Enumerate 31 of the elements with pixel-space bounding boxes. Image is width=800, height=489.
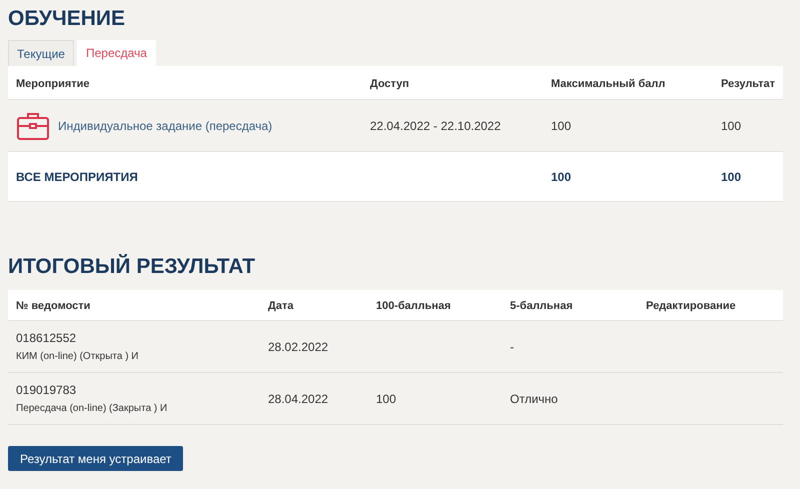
table-cell: Отлично	[510, 392, 558, 406]
column-header: Редактирование	[646, 300, 736, 312]
table-cell: 100	[376, 392, 396, 406]
total-value: 100	[551, 170, 572, 184]
column-header: 5-балльная	[510, 300, 573, 312]
table-cell: 28.02.2022	[268, 340, 328, 354]
statement-number: 018612552	[16, 330, 78, 347]
total-label: ВСЕ МЕРОПРИЯТИЯ	[16, 170, 138, 184]
table-cell: 100	[551, 118, 572, 132]
column-header: № ведомости	[16, 300, 90, 312]
column-header: Дата	[268, 300, 294, 312]
table-cell: -	[510, 340, 514, 354]
column-header: Доступ	[370, 78, 410, 90]
section-title: ОБУЧЕНИЕ	[8, 6, 126, 32]
column-header: 100-балльная	[376, 300, 451, 312]
column-header: Результат	[720, 78, 775, 90]
briefcase-icon	[16, 110, 50, 140]
tab[interactable]: Пересдача	[76, 40, 156, 66]
statement-description: Пересдача (on-line) (Закрыта ) И	[16, 402, 168, 416]
tab[interactable]: Текущие	[8, 40, 74, 66]
statement-description: КИМ (on-line) (Открыта ) И	[16, 350, 140, 364]
table-cell: 28.04.2022	[268, 392, 328, 406]
accept-button[interactable]: Результат меня устраивает	[8, 446, 184, 471]
section-title: ИТОГОВЫЙ РЕЗУЛЬТАТ	[8, 253, 256, 280]
column-header: Мероприятие	[16, 78, 90, 90]
column-header: Максимальный балл	[550, 78, 666, 90]
total-value: 100	[721, 170, 742, 184]
statement-number: 019019783	[16, 382, 78, 399]
table-cell: 22.04.2022 - 22.10.2022	[370, 118, 501, 132]
event-link[interactable]: Индивидуальное задание (пересдача)	[58, 116, 272, 134]
table-cell: 100	[721, 118, 742, 132]
